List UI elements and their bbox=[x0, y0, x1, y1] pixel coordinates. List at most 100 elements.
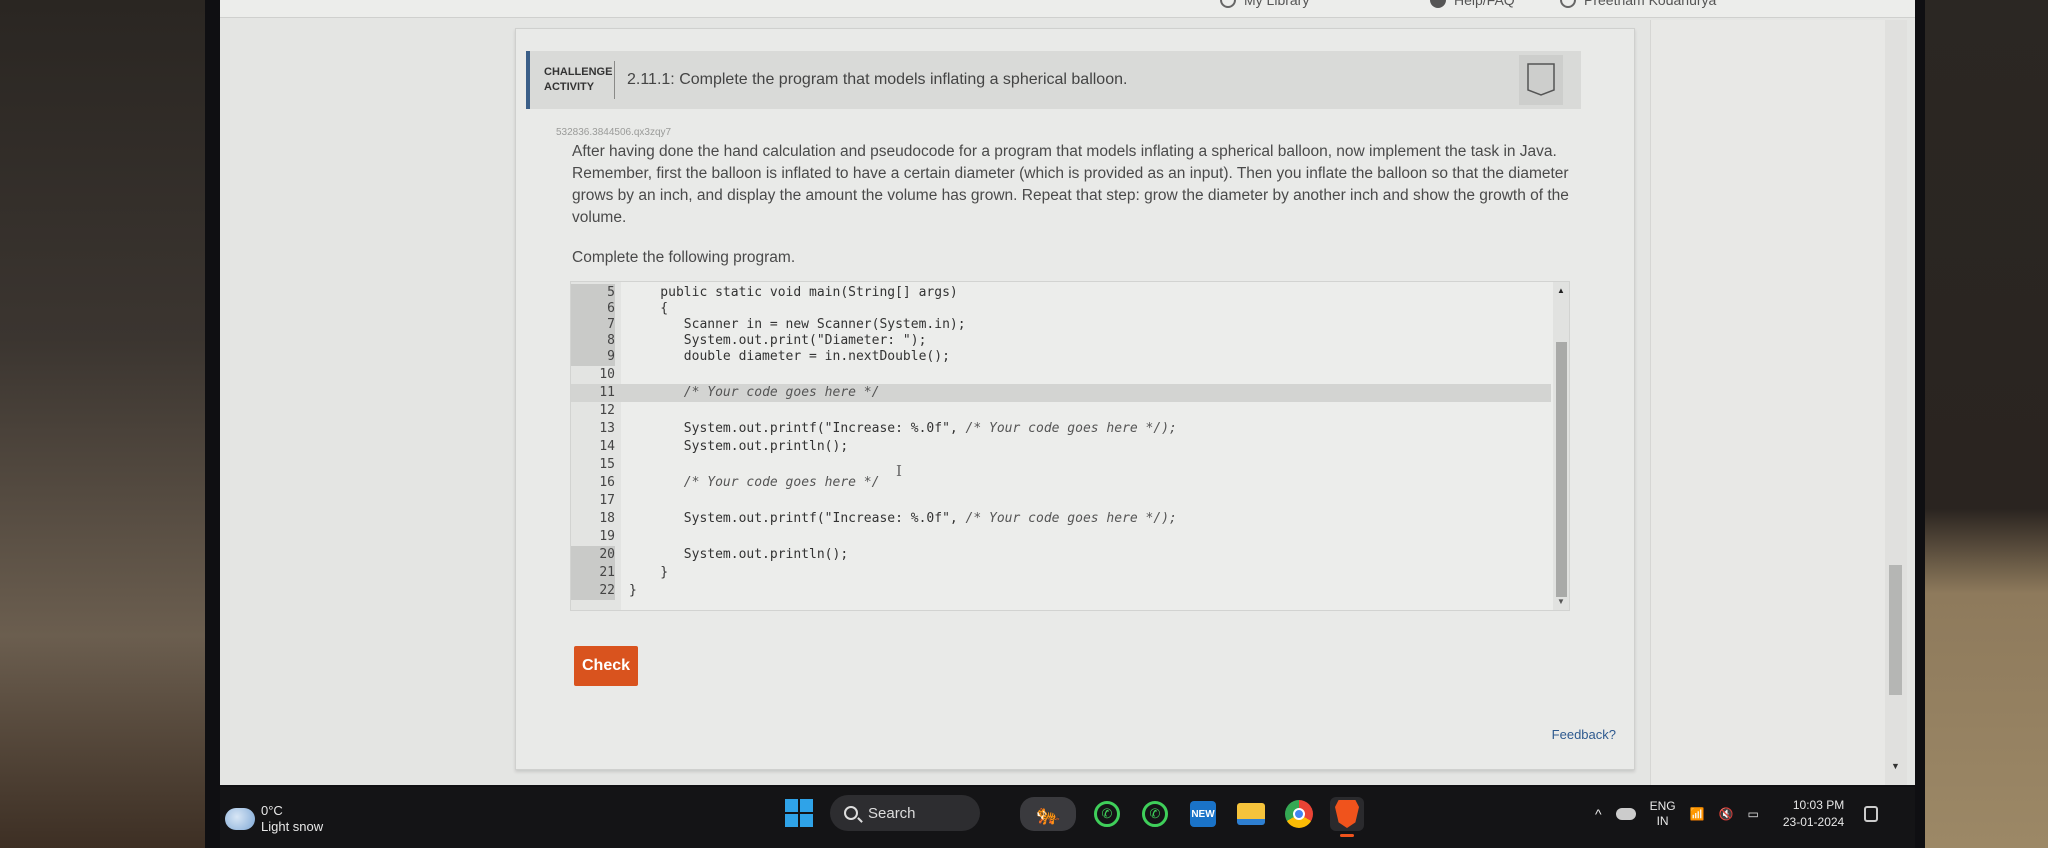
code-line[interactable]: 11 /* Your code goes here */ bbox=[571, 384, 1551, 402]
tiger-app-icon[interactable]: 🐅 bbox=[1020, 797, 1076, 831]
nav-help-faq[interactable]: Help/FAQ bbox=[1430, 0, 1515, 8]
windows-start-icon[interactable] bbox=[785, 799, 813, 827]
tag-line1: CHALLENGE bbox=[544, 66, 613, 78]
activity-prompt: After having done the hand calculation a… bbox=[572, 143, 1569, 226]
code-text[interactable]: double diameter = in.nextDouble(); bbox=[629, 348, 950, 366]
background-left bbox=[0, 0, 230, 848]
check-button[interactable]: Check bbox=[574, 646, 638, 686]
outlook-icon[interactable]: NEW bbox=[1186, 797, 1220, 831]
code-line[interactable]: 21 } bbox=[571, 564, 1551, 582]
page-scroll-thumb[interactable] bbox=[1889, 565, 1902, 695]
code-segment: } bbox=[629, 565, 669, 580]
code-text[interactable]: System.out.println(); bbox=[629, 546, 848, 564]
code-segment: double diameter = in.nextDouble(); bbox=[629, 349, 950, 364]
editor-scroll-thumb[interactable] bbox=[1556, 342, 1567, 597]
editor-scrollbar[interactable]: ▲ ▼ bbox=[1553, 282, 1569, 610]
onedrive-icon[interactable] bbox=[1615, 808, 1636, 820]
line-number: 21 bbox=[571, 564, 615, 582]
feedback-link[interactable]: Feedback? bbox=[1552, 727, 1616, 742]
whatsapp-icon[interactable]: ✆ bbox=[1138, 797, 1172, 831]
bookmark-icon bbox=[1527, 63, 1555, 96]
line-number: 10 bbox=[599, 367, 615, 382]
right-sidebar bbox=[1650, 20, 1900, 785]
code-line[interactable]: 14 System.out.println(); bbox=[571, 438, 1551, 456]
code-segment: System.out.printf("Increase: %.0f", bbox=[629, 421, 966, 436]
wifi-icon[interactable]: 📶 bbox=[1690, 807, 1705, 821]
speaker-muted-icon[interactable]: 🔇 bbox=[1719, 807, 1734, 821]
code-text[interactable]: System.out.printf("Increase: %.0f", /* Y… bbox=[629, 420, 1177, 438]
weather-temp: 0°C bbox=[261, 803, 283, 818]
code-text[interactable]: System.out.printf("Increase: %.0f", /* Y… bbox=[629, 510, 1177, 528]
line-number: 18 bbox=[599, 511, 615, 526]
page-scrollbar[interactable]: ▼ bbox=[1885, 20, 1907, 785]
challenge-activity-panel: CHALLENGE ACTIVITY 2.11.1: Complete the … bbox=[515, 28, 1635, 770]
taskbar-search[interactable]: Search bbox=[830, 795, 980, 831]
scroll-down-arrow-icon[interactable]: ▼ bbox=[1557, 597, 1565, 606]
search-icon bbox=[844, 806, 858, 820]
scroll-down-arrow-icon[interactable]: ▼ bbox=[1891, 761, 1900, 771]
scroll-up-arrow-icon[interactable]: ▲ bbox=[1557, 286, 1565, 295]
code-line[interactable]: 13 System.out.printf("Increase: %.0f", /… bbox=[571, 420, 1551, 438]
browser-nav: My Library Help/FAQ Preetham Kodanurya bbox=[220, 0, 1915, 18]
line-number: 14 bbox=[599, 439, 615, 454]
line-number: 13 bbox=[599, 421, 615, 436]
code-line[interactable]: 19 bbox=[571, 528, 1551, 546]
line-number: 9 bbox=[571, 348, 615, 366]
code-line[interactable]: 16 /* Your code goes here */ bbox=[571, 474, 1551, 492]
language-indicator[interactable]: ENG IN bbox=[1650, 799, 1676, 829]
bookmark-button[interactable] bbox=[1519, 55, 1563, 105]
nav-my-library[interactable]: My Library bbox=[1220, 0, 1309, 8]
code-text[interactable]: } bbox=[629, 582, 637, 600]
code-text[interactable]: /* Your code goes here */ bbox=[629, 474, 880, 492]
activity-title: 2.11.1: Complete the program that models… bbox=[627, 71, 1128, 88]
code-line[interactable]: 22} bbox=[571, 582, 1551, 600]
battery-icon[interactable]: ▭ bbox=[1748, 807, 1759, 821]
nav-label: Preetham Kodanurya bbox=[1584, 0, 1717, 8]
activity-header: CHALLENGE ACTIVITY 2.11.1: Complete the … bbox=[526, 51, 1581, 109]
chevron-up-icon[interactable]: ^ bbox=[1595, 806, 1602, 822]
brave-browser-icon[interactable] bbox=[1330, 797, 1364, 837]
code-segment: System.out.println(); bbox=[629, 547, 849, 562]
weather-widget[interactable]: 0°C Light snow bbox=[225, 803, 323, 835]
line-number: 12 bbox=[599, 403, 615, 418]
code-line[interactable]: 17 bbox=[571, 492, 1551, 510]
code-text[interactable]: System.out.println(); bbox=[629, 438, 848, 456]
line-number: 19 bbox=[599, 529, 615, 544]
notification-icon[interactable] bbox=[1864, 806, 1879, 822]
file-explorer-icon[interactable] bbox=[1234, 797, 1268, 831]
code-editor[interactable]: 5 public static void main(String[] args)… bbox=[570, 281, 1570, 611]
code-line[interactable]: 20 System.out.println(); bbox=[571, 546, 1551, 564]
user-icon bbox=[1560, 0, 1576, 8]
screen: My Library Help/FAQ Preetham Kodanurya ▼… bbox=[220, 0, 1915, 785]
code-comment: /* Your code goes here */); bbox=[965, 421, 1177, 436]
weather-desc: Light snow bbox=[261, 819, 324, 834]
code-line[interactable]: 10 bbox=[571, 366, 1551, 384]
code-text[interactable]: /* Your code goes here */ bbox=[629, 384, 880, 402]
outlook-badge: NEW bbox=[1190, 801, 1216, 827]
activity-tag: CHALLENGE ACTIVITY bbox=[530, 65, 613, 95]
clock[interactable]: 10:03 PM 23-01-2024 bbox=[1783, 797, 1844, 831]
library-icon bbox=[1220, 0, 1236, 8]
clock-date: 23-01-2024 bbox=[1782, 815, 1845, 829]
text-cursor-icon: I bbox=[896, 462, 902, 480]
nav-label: Help/FAQ bbox=[1454, 0, 1515, 8]
code-text[interactable]: } bbox=[629, 564, 668, 582]
code-comment: /* Your code goes here */); bbox=[965, 511, 1177, 526]
whatsapp-icon[interactable]: ✆ bbox=[1090, 797, 1124, 831]
help-icon bbox=[1430, 0, 1446, 8]
snow-cloud-icon bbox=[225, 808, 255, 830]
taskbar: 0°C Light snow Search 🐅 ✆ ✆ NEW ^ ENG IN… bbox=[220, 787, 1915, 848]
code-segment: System.out.printf("Increase: %.0f", bbox=[629, 511, 966, 526]
nav-user[interactable]: Preetham Kodanurya bbox=[1560, 0, 1716, 8]
system-tray: ^ ENG IN 📶 🔇 ▭ 10:03 PM 23-01-2024 bbox=[1595, 797, 1879, 831]
code-comment: /* Your code goes here */ bbox=[683, 385, 880, 400]
chrome-icon[interactable] bbox=[1282, 797, 1316, 831]
code-line[interactable]: 18 System.out.printf("Increase: %.0f", /… bbox=[571, 510, 1551, 528]
code-line[interactable]: 15 bbox=[571, 456, 1551, 474]
line-number: 11 bbox=[599, 385, 615, 400]
code-line[interactable]: 9 double diameter = in.nextDouble(); bbox=[571, 348, 1551, 366]
code-segment: System.out.println(); bbox=[629, 439, 849, 454]
code-line[interactable]: 12 bbox=[571, 402, 1551, 420]
